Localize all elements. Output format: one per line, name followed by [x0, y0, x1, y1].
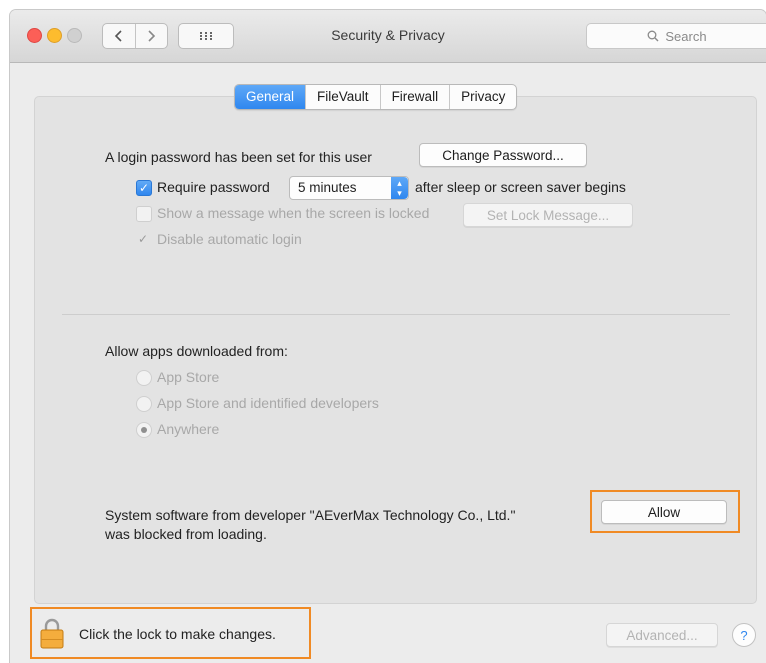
search-icon: [647, 30, 659, 42]
change-password-button[interactable]: Change Password...: [419, 143, 587, 167]
radio-anywhere-label: Anywhere: [157, 421, 220, 437]
help-icon[interactable]: ?: [732, 623, 756, 647]
section-divider: [62, 314, 730, 315]
show-message-checkbox[interactable]: [136, 206, 152, 222]
tab-privacy[interactable]: Privacy: [449, 85, 516, 109]
set-lock-message-button[interactable]: Set Lock Message...: [463, 203, 633, 227]
tab-general[interactable]: General: [235, 85, 306, 109]
blocked-message-line1: System software from developer "AEverMax…: [105, 507, 516, 523]
require-password-suffix: after sleep or screen saver begins: [415, 179, 626, 195]
stepper-arrows-icon: ▴ ▾: [391, 177, 408, 199]
require-password-checkbox[interactable]: ✓: [136, 180, 152, 196]
radio-identified-developers[interactable]: [136, 396, 152, 412]
lock-message: Click the lock to make changes.: [79, 626, 276, 642]
show-message-label: Show a message when the screen is locked: [157, 205, 430, 221]
advanced-button[interactable]: Advanced...: [606, 623, 718, 647]
radio-app-store-label: App Store: [157, 369, 220, 385]
disable-auto-login-label: Disable automatic login: [157, 231, 302, 247]
require-password-select[interactable]: 5 minutes ▴ ▾: [289, 176, 409, 200]
window: Security & Privacy Search General FileVa…: [10, 10, 766, 663]
blocked-message-line2: was blocked from loading.: [105, 526, 267, 542]
lock-icon[interactable]: [40, 617, 64, 649]
radio-identified-developers-label: App Store and identified developers: [157, 395, 379, 411]
allow-apps-heading: Allow apps downloaded from:: [105, 343, 288, 359]
require-password-label: Require password: [157, 179, 270, 195]
allow-button[interactable]: Allow: [601, 500, 727, 524]
title-bar: Security & Privacy Search: [10, 10, 766, 63]
tab-firewall[interactable]: Firewall: [379, 85, 450, 109]
radio-selected-dot: [141, 427, 147, 433]
tab-bar: General FileVault Firewall Privacy: [234, 84, 518, 110]
radio-app-store[interactable]: [136, 370, 152, 386]
search-field[interactable]: Search: [586, 23, 766, 49]
search-placeholder: Search: [665, 28, 707, 44]
login-password-text: A login password has been set for this u…: [105, 149, 372, 165]
require-password-value: 5 minutes: [298, 180, 357, 195]
radio-anywhere[interactable]: [136, 422, 152, 438]
disable-auto-login-checkbox[interactable]: ✓: [136, 232, 150, 246]
tab-filevault[interactable]: FileVault: [305, 85, 380, 109]
